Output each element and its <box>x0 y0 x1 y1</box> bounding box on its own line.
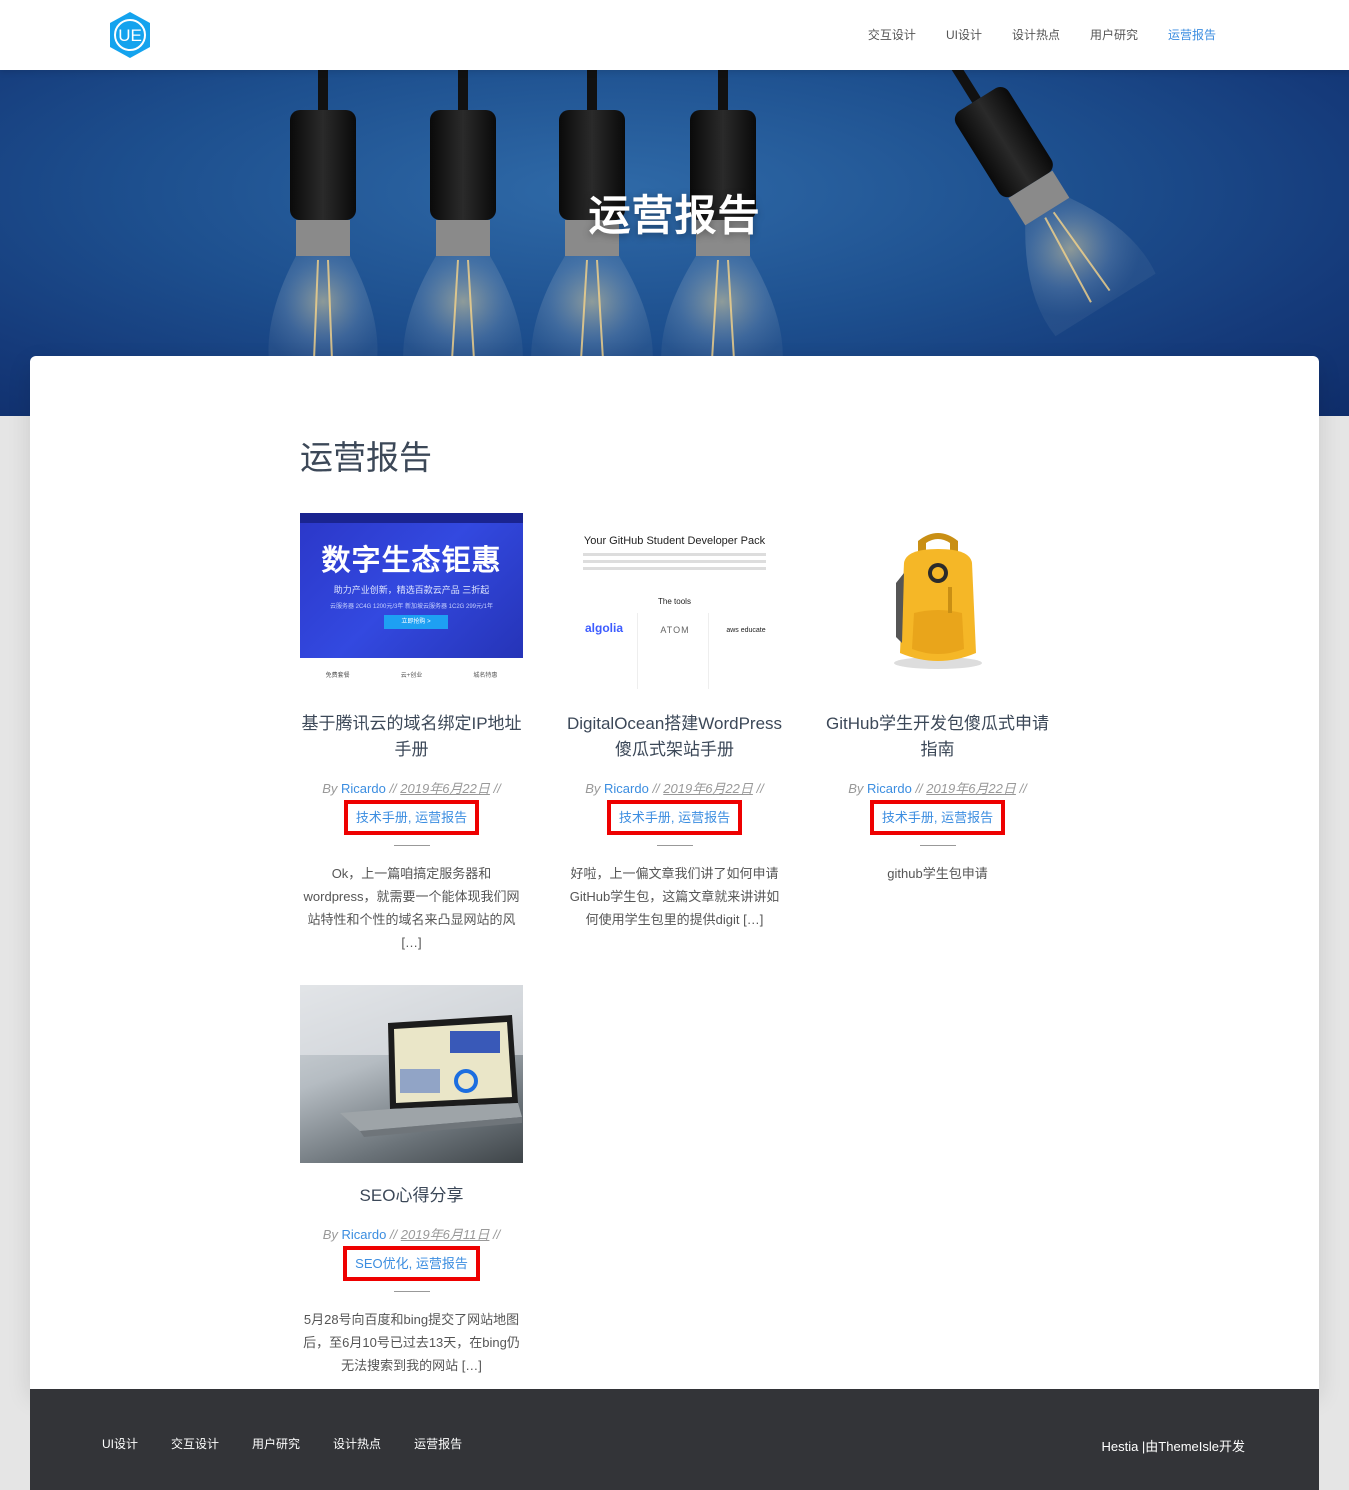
aws-educate-logo: aws educate <box>726 627 766 634</box>
post-author-link[interactable]: Ricardo <box>342 1227 387 1242</box>
post-excerpt: Ok，上一篇咱搞定服务器和wordpress，就需要一个能体现我们网站特性和个性… <box>303 866 520 950</box>
divider <box>919 845 956 846</box>
author-prefix: By <box>322 781 338 796</box>
post-title[interactable]: GitHub学生开发包傻瓜式申请指南 <box>826 711 1049 763</box>
thumb-small-text: 云服务器 2C4G 1200元/3年 新加坡云服务器 1C2G 299元/1年 <box>329 604 494 610</box>
post-categories[interactable]: SEO优化, 运营报告 <box>343 1246 480 1281</box>
divider <box>656 845 693 846</box>
post-date[interactable]: 2019年6月22日 <box>926 781 1016 796</box>
footer-link-ui[interactable]: UI设计 <box>102 1435 138 1452</box>
post-thumbnail[interactable]: Your GitHub Student Developer Pack The t… <box>563 513 786 691</box>
post-meta: By Ricardo // 2019年6月22日 // <box>848 781 1027 796</box>
post-card: 数字生态钜惠 助力产业创新，精选百款云产品 三折起 云服务器 2C4G 1200… <box>300 513 523 954</box>
post-meta: By Ricardo // 2019年6月22日 // <box>585 781 764 796</box>
footer-nav: UI设计 交互设计 用户研究 设计热点 运营报告 <box>102 1435 495 1452</box>
algolia-logo: algolia <box>584 621 623 635</box>
post-meta: By Ricardo // 2019年6月22日 // <box>322 781 501 796</box>
thumb-headline: 数字生态钜惠 <box>321 545 502 577</box>
footer: UI设计 交互设计 用户研究 设计热点 运营报告 Hestia |由ThemeI… <box>30 1389 1319 1490</box>
thumb-tab: 城名特惠 <box>473 673 498 679</box>
main-content: 运营报告 数字生态钜惠 助力产业创新，精选百款云产品 三折起 云服务器 2C4G… <box>30 356 1319 1390</box>
post-categories[interactable]: 技术手册, 运营报告 <box>343 800 480 835</box>
post-meta: By Ricardo // 2019年6月11日 // <box>322 1227 501 1242</box>
post-date[interactable]: 2019年6月11日 <box>401 1227 490 1242</box>
thumb-tab: 云+创业 <box>400 673 423 679</box>
thumb-buy-button: 立即抢购 > <box>384 615 448 629</box>
post-excerpt: github学生包申请 <box>887 866 988 881</box>
nav-link-interaction[interactable]: 交互设计 <box>853 0 931 70</box>
hero-title: 运营报告 <box>588 192 761 239</box>
footer-link-research[interactable]: 用户研究 <box>252 1435 300 1452</box>
footer-copyright: Hestia |由ThemeIsle开发 <box>1101 1439 1245 1454</box>
main-nav: 交互设计 UI设计 设计热点 用户研究 运营报告 <box>853 0 1231 70</box>
post-author-link[interactable]: Ricardo <box>867 781 912 796</box>
post-title[interactable]: DigitalOcean搭建WordPress傻瓜式架站手册 <box>563 711 786 763</box>
post-card: SEO心得分享 By Ricardo // 2019年6月11日 // SEO优… <box>300 985 523 1377</box>
post-title[interactable]: SEO心得分享 <box>300 1183 523 1209</box>
post-thumbnail[interactable] <box>826 513 1049 691</box>
nav-link-operations[interactable]: 运营报告 <box>1153 0 1231 70</box>
site-logo-icon[interactable]: UE <box>106 11 154 59</box>
post-excerpt: 5月28号向百度和bing提交了网站地图后，至6月10号已过去13天，在bing… <box>303 1312 520 1373</box>
author-prefix: By <box>322 1227 338 1242</box>
post-date[interactable]: 2019年6月22日 <box>663 781 753 796</box>
nav-link-research[interactable]: 用户研究 <box>1075 0 1153 70</box>
post-title[interactable]: 基于腾讯云的域名绑定IP地址手册 <box>300 711 523 763</box>
github-backpack-image <box>894 533 982 669</box>
post-date[interactable]: 2019年6月22日 <box>400 781 490 796</box>
post-thumbnail[interactable]: 数字生态钜惠 助力产业创新，精选百款云产品 三折起 云服务器 2C4G 1200… <box>300 513 523 691</box>
thumb-heading: Your GitHub Student Developer Pack <box>583 535 766 547</box>
nav-link-hotspot[interactable]: 设计热点 <box>997 0 1075 70</box>
post-thumbnail[interactable] <box>300 985 523 1163</box>
post-excerpt: 好啦，上一偏文章我们讲了如何申请GitHub学生包，这篇文章就来讲讲如何使用学生… <box>569 866 780 927</box>
thumb-subline: 助力产业创新，精选百款云产品 三折起 <box>333 585 490 595</box>
divider <box>393 1291 430 1292</box>
post-card: GitHub学生开发包傻瓜式申请指南 By Ricardo // 2019年6月… <box>826 513 1049 885</box>
post-card: Your GitHub Student Developer Pack The t… <box>563 513 786 931</box>
footer-link-operations[interactable]: 运营报告 <box>414 1435 462 1452</box>
thumb-tab: 免费套餐 <box>325 673 350 679</box>
author-prefix: By <box>585 781 601 796</box>
laptop-dashboard-image <box>300 985 523 1137</box>
post-author-link[interactable]: Ricardo <box>341 781 386 796</box>
footer-link-hotspot[interactable]: 设计热点 <box>333 1435 381 1452</box>
top-navbar: UE 交互设计 UI设计 设计热点 用户研究 运营报告 <box>0 0 1349 70</box>
author-prefix: By <box>848 781 864 796</box>
post-categories[interactable]: 技术手册, 运营报告 <box>869 800 1006 835</box>
divider <box>393 845 430 846</box>
post-categories[interactable]: 技术手册, 运营报告 <box>606 800 743 835</box>
thumb-tools-label: The tools <box>658 597 691 606</box>
post-author-link[interactable]: Ricardo <box>604 781 649 796</box>
footer-link-interaction[interactable]: 交互设计 <box>171 1435 219 1452</box>
svg-text:UE: UE <box>118 26 142 45</box>
nav-link-ui[interactable]: UI设计 <box>931 0 997 70</box>
page-title: 运营报告 <box>300 439 432 476</box>
atom-logo: ATOM <box>660 625 690 635</box>
